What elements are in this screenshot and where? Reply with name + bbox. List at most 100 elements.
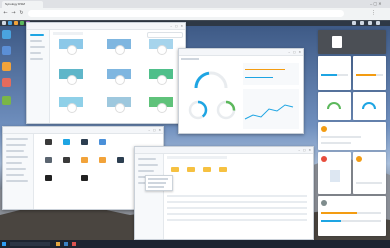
file-station-icon[interactable]: [14, 21, 18, 25]
window-buttons[interactable]: – ▢ ✕: [148, 128, 162, 132]
package-tile[interactable]: [107, 39, 131, 59]
storage-widget[interactable]: [318, 196, 386, 236]
system-health-widget[interactable]: [318, 30, 386, 54]
tree-item[interactable]: [138, 170, 154, 172]
window-titlebar[interactable]: – ▢ ✕: [179, 49, 303, 56]
widget-card[interactable]: [353, 152, 386, 194]
browser-tab[interactable]: Synology DSM: [2, 1, 43, 8]
folder-icon[interactable]: [171, 167, 179, 172]
tree-item[interactable]: [138, 158, 156, 160]
window-buttons[interactable]: – ▢ ✕: [288, 50, 302, 54]
package-tile[interactable]: [107, 97, 131, 117]
widget-card[interactable]: [353, 92, 386, 120]
sidebar-item[interactable]: [6, 162, 22, 164]
package-center-icon[interactable]: [8, 21, 12, 25]
sidebar-item[interactable]: [6, 174, 24, 176]
back-icon[interactable]: ←: [2, 10, 9, 17]
table-row[interactable]: [167, 219, 307, 221]
app-icon[interactable]: [99, 157, 106, 163]
folder-icon[interactable]: [203, 167, 211, 172]
app-icon[interactable]: [81, 175, 88, 181]
sidebar-item[interactable]: [6, 150, 24, 152]
sidebar-item[interactable]: [6, 168, 26, 170]
reload-icon[interactable]: ↻: [18, 10, 25, 17]
notification-icon[interactable]: [352, 21, 356, 25]
app-icon[interactable]: [45, 139, 52, 145]
window-titlebar[interactable]: – ▢ ✕: [27, 23, 185, 30]
start-icon[interactable]: [2, 242, 6, 246]
app-icon[interactable]: [63, 139, 70, 145]
table-row[interactable]: [167, 213, 307, 215]
window-controls[interactable]: – ▢ ✕: [370, 1, 382, 6]
taskbar-app-icon[interactable]: [56, 242, 60, 246]
package-tile[interactable]: [149, 69, 173, 89]
search-input[interactable]: [147, 32, 183, 38]
widget-card[interactable]: [318, 122, 386, 150]
resource-monitor-window[interactable]: – ▢ ✕: [178, 48, 304, 134]
app-icon[interactable]: [45, 175, 52, 181]
control-panel-desktop-icon[interactable]: [2, 46, 11, 55]
package-tile[interactable]: [59, 69, 83, 89]
stats-panel: [243, 89, 299, 129]
table-row[interactable]: [167, 207, 307, 209]
forward-icon[interactable]: →: [10, 10, 17, 17]
package-tile[interactable]: [149, 97, 173, 117]
app-icon[interactable]: [81, 139, 88, 145]
sidebar-item[interactable]: [30, 52, 41, 54]
folder-icon[interactable]: [187, 167, 195, 172]
package-tile[interactable]: [59, 39, 83, 59]
package-tile[interactable]: [59, 97, 83, 117]
package-center-window[interactable]: – ▢ ✕: [26, 22, 186, 124]
context-menu[interactable]: [145, 175, 173, 191]
window-buttons[interactable]: – ▢ ✕: [170, 24, 184, 28]
main-menu-icon[interactable]: [2, 21, 6, 25]
sidebar-item[interactable]: [30, 34, 44, 36]
package-icon: [157, 75, 167, 85]
app-desktop-icon[interactable]: [2, 96, 11, 105]
app-icon[interactable]: [45, 157, 52, 163]
browser-tab[interactable]: [98, 1, 127, 8]
browser-tab[interactable]: [126, 1, 155, 8]
browser-tab[interactable]: [70, 1, 99, 8]
sidebar-item[interactable]: [6, 138, 28, 140]
tab-overview[interactable]: [181, 58, 199, 60]
menu-icon[interactable]: ⋮: [370, 10, 377, 17]
widget-card[interactable]: [318, 92, 351, 120]
sidebar-item[interactable]: [6, 156, 28, 158]
browser-tab[interactable]: [42, 1, 71, 8]
package-tile[interactable]: [149, 39, 173, 59]
sidebar-item[interactable]: [6, 144, 26, 146]
folder-icon[interactable]: [219, 167, 227, 172]
window-titlebar[interactable]: – ▢ ✕: [3, 127, 163, 134]
taskbar-app-icon[interactable]: [72, 242, 76, 246]
package-tile[interactable]: [107, 69, 131, 89]
address-bar[interactable]: [28, 10, 344, 17]
taskbar-search[interactable]: [10, 242, 50, 246]
table-row[interactable]: [167, 195, 307, 197]
window-titlebar[interactable]: – ▢ ✕: [135, 147, 313, 154]
app-desktop-icon[interactable]: [2, 78, 11, 87]
package-center-desktop-icon[interactable]: [2, 30, 11, 39]
app-icon[interactable]: [81, 157, 88, 163]
user-icon[interactable]: [360, 21, 364, 25]
file-station-desktop-icon[interactable]: [2, 62, 11, 71]
widget-card[interactable]: [318, 56, 351, 90]
app-icon[interactable]: [63, 157, 70, 163]
sidebar-item[interactable]: [6, 180, 28, 182]
window-buttons[interactable]: – ▢ ✕: [298, 148, 312, 152]
sidebar-item[interactable]: [30, 58, 43, 60]
widgets-icon[interactable]: [376, 21, 380, 25]
file-station-window[interactable]: – ▢ ✕: [134, 146, 314, 240]
table-row[interactable]: [167, 201, 307, 203]
resource-monitor-icon[interactable]: [20, 21, 24, 25]
search-icon[interactable]: [368, 21, 372, 25]
app-icon[interactable]: [99, 139, 106, 145]
package-icon: [157, 45, 167, 55]
taskbar-app-icon[interactable]: [64, 242, 68, 246]
tree-item[interactable]: [138, 164, 158, 166]
widget-card[interactable]: [318, 152, 351, 194]
widget-card[interactable]: [353, 56, 386, 90]
app-icon[interactable]: [117, 157, 124, 163]
sidebar-item[interactable]: [30, 46, 45, 48]
sidebar-item[interactable]: [30, 40, 42, 42]
